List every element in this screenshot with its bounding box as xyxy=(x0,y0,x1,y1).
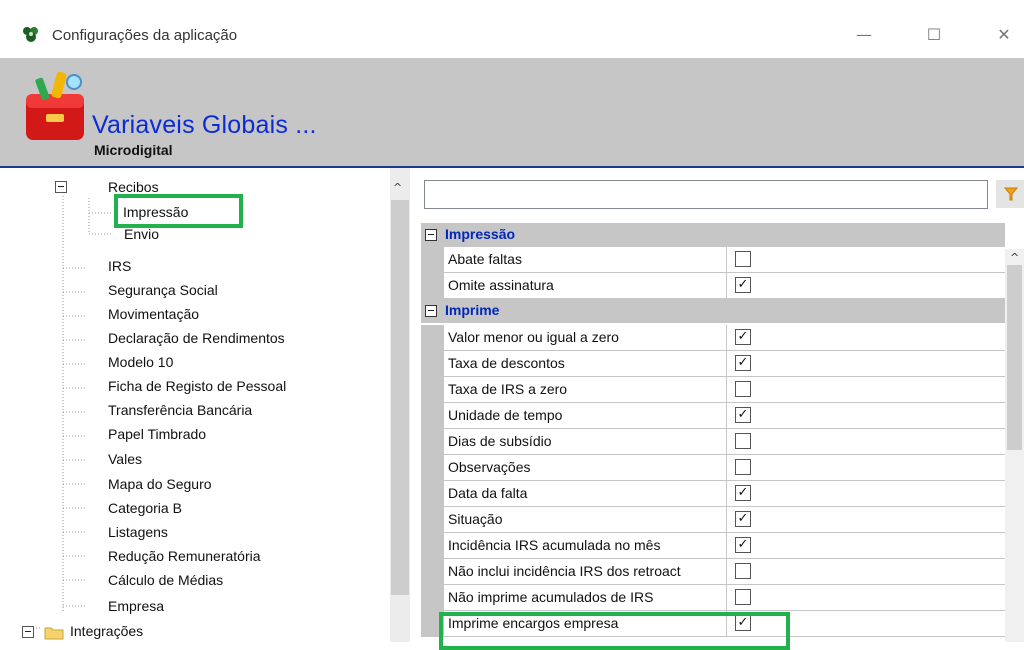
property-label: Não inclui incidência IRS dos retroact xyxy=(448,563,681,579)
title-bar: Configurações da aplicação — ☐ ✕ xyxy=(0,0,1024,59)
property-row: Omite assinatura ✓ xyxy=(421,273,1005,299)
collapse-imprime-icon[interactable] xyxy=(425,305,437,317)
tree-item-envio[interactable]: Envio xyxy=(124,226,159,242)
property-label: Incidência IRS acumulada no mês xyxy=(448,537,661,553)
property-checkbox[interactable]: ✓ xyxy=(735,407,751,423)
app-logo-icon xyxy=(23,27,38,42)
property-label: Valor menor ou igual a zero xyxy=(448,329,619,345)
tree-item-integracoes[interactable]: Integrações xyxy=(70,623,143,639)
grid-scroll-up-arrow-icon[interactable]: ^ xyxy=(1010,251,1019,264)
property-label: Situação xyxy=(448,511,503,527)
tree-item-vales[interactable]: Vales xyxy=(108,451,142,467)
property-checkbox[interactable] xyxy=(735,459,751,475)
property-row: Abate faltas xyxy=(421,247,1005,273)
grid-scroll-thumb[interactable] xyxy=(1007,265,1022,450)
tree-scroll-thumb[interactable] xyxy=(391,200,409,595)
minimize-button[interactable]: — xyxy=(844,18,884,52)
property-label: Data da falta xyxy=(448,485,528,501)
page-subtitle: Microdigital xyxy=(94,142,173,158)
property-label: Dias de subsídio xyxy=(448,433,552,449)
property-checkbox[interactable] xyxy=(735,589,751,605)
property-checkbox[interactable]: ✓ xyxy=(735,537,751,553)
property-label: Unidade de tempo xyxy=(448,407,563,423)
property-row: Não inclui incidência IRS dos retroact xyxy=(421,559,1005,585)
property-label: Omite assinatura xyxy=(448,277,554,293)
property-checkbox[interactable] xyxy=(735,433,751,449)
search-input[interactable] xyxy=(424,180,988,209)
maximize-button[interactable]: ☐ xyxy=(914,18,954,52)
tree-item-reducao-remuneratoria[interactable]: Redução Remuneratória xyxy=(108,548,261,564)
scroll-up-arrow-icon[interactable]: ^ xyxy=(393,181,402,194)
property-row: Situação ✓ xyxy=(421,507,1005,533)
tree-item-declaracao-rendimentos[interactable]: Declaração de Rendimentos xyxy=(108,330,285,346)
tree-item-listagens[interactable]: Listagens xyxy=(108,524,168,540)
property-checkbox[interactable]: ✓ xyxy=(735,511,751,527)
collapse-recibos-icon[interactable] xyxy=(55,181,67,193)
property-row: Dias de subsídio xyxy=(421,429,1005,455)
tree-item-movimentacao[interactable]: Movimentação xyxy=(108,306,199,322)
property-checkbox[interactable]: ✓ xyxy=(735,355,751,371)
tree-item-transferencia-bancaria[interactable]: Transferência Bancária xyxy=(108,402,252,418)
property-row: Valor menor ou igual a zero ✓ xyxy=(421,325,1005,351)
header-banner: Variaveis Globais ... Microdigital xyxy=(0,58,1024,168)
property-row: Não imprime acumulados de IRS xyxy=(421,585,1005,611)
category-label: Impressão xyxy=(445,226,516,242)
filter-icon xyxy=(1004,187,1018,201)
filter-button[interactable] xyxy=(996,180,1024,208)
property-row: Unidade de tempo ✓ xyxy=(421,403,1005,429)
collapse-impressao-icon[interactable] xyxy=(425,229,437,241)
property-checkbox[interactable] xyxy=(735,251,751,267)
property-checkbox[interactable] xyxy=(735,381,751,397)
tree-item-seguranca-social[interactable]: Segurança Social xyxy=(108,282,218,298)
property-checkbox[interactable]: ✓ xyxy=(735,485,751,501)
tree-item-modelo-10[interactable]: Modelo 10 xyxy=(108,354,173,370)
tree-item-papel-timbrado[interactable]: Papel Timbrado xyxy=(108,426,206,442)
property-checkbox[interactable]: ✓ xyxy=(735,277,751,293)
property-checkbox[interactable] xyxy=(735,563,751,579)
highlight-impressao xyxy=(114,194,243,228)
toolbox-icon xyxy=(26,71,84,140)
category-imprime[interactable]: Imprime xyxy=(421,299,1005,323)
window-title: Configurações da aplicação xyxy=(52,27,238,44)
tree-item-mapa-seguro[interactable]: Mapa do Seguro xyxy=(108,476,212,492)
property-row: Taxa de IRS a zero xyxy=(421,377,1005,403)
property-checkbox[interactable]: ✓ xyxy=(735,329,751,345)
tree-item-categoria-b[interactable]: Categoria B xyxy=(108,500,182,516)
property-label: Observações xyxy=(448,459,531,475)
tree-item-ficha-registo[interactable]: Ficha de Registo de Pessoal xyxy=(108,378,286,394)
folder-icon xyxy=(44,627,64,640)
tree-item-recibos[interactable]: Recibos xyxy=(108,179,159,195)
property-row: Data da falta ✓ xyxy=(421,481,1005,507)
property-row: Taxa de descontos ✓ xyxy=(421,351,1005,377)
property-row: Observações xyxy=(421,455,1005,481)
close-button[interactable]: ✕ xyxy=(984,18,1024,52)
property-label: Taxa de descontos xyxy=(448,355,565,371)
category-impressao[interactable]: Impressão xyxy=(421,223,1005,247)
highlight-imprime-encargos xyxy=(439,612,790,650)
settings-tree: Recibos Impressão Envio IRS Segurança So… xyxy=(0,168,410,642)
tree-item-empresa[interactable]: Empresa xyxy=(108,598,164,614)
tree-item-calculo-medias[interactable]: Cálculo de Médias xyxy=(108,572,223,588)
property-row: Incidência IRS acumulada no mês ✓ xyxy=(421,533,1005,559)
tree-item-irs[interactable]: IRS xyxy=(108,258,131,274)
page-title: Variaveis Globais ... xyxy=(92,111,317,139)
property-grid: Impressão Abate faltas Omite assinatura … xyxy=(421,223,1005,642)
category-label: Imprime xyxy=(445,302,500,318)
property-label: Abate faltas xyxy=(448,251,522,267)
property-label: Não imprime acumulados de IRS xyxy=(448,589,654,605)
collapse-integracoes-icon[interactable] xyxy=(22,626,34,638)
property-label: Taxa de IRS a zero xyxy=(448,381,568,397)
